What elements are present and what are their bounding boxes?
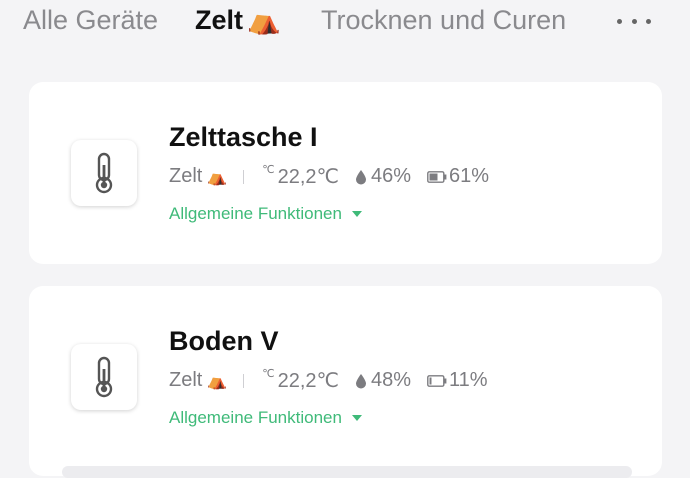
device-room: Zelt	[169, 165, 203, 187]
battery-stat: 61%	[427, 165, 489, 188]
functions-dropdown[interactable]: Allgemeine Funktionen	[169, 204, 362, 224]
device-room: Zelt	[169, 369, 203, 391]
battery-stat: 11%	[427, 369, 488, 392]
functions-dropdown[interactable]: Allgemeine Funktionen	[169, 408, 362, 428]
tab-trocknen-und-curen[interactable]: Trocknen und Curen	[321, 2, 566, 38]
temperature-icon: ℃	[262, 368, 275, 380]
temperature-stat: ℃ 22,2℃	[262, 164, 339, 189]
battery-icon	[427, 170, 447, 183]
more-dot	[617, 18, 622, 24]
battery-value: 11%	[449, 369, 488, 391]
more-dot	[631, 18, 637, 24]
tab-zelt[interactable]: Zelt ⛺	[195, 2, 281, 38]
device-card-boden-v[interactable]: Boden V Zelt ⛺ ℃ 22,2℃ 48% 11% Allgemein…	[29, 286, 662, 476]
more-dot	[646, 18, 651, 24]
tab-label: Zelt	[195, 5, 244, 35]
functions-label: Allgemeine Funktionen	[169, 408, 342, 427]
caret-down-icon	[351, 211, 362, 217]
humidity-stat: 46%	[355, 165, 411, 188]
tab-label: Alle Geräte	[23, 5, 159, 35]
humidity-stat: 48%	[355, 369, 411, 392]
temperature-icon: ℃	[262, 164, 275, 176]
tab-label: Trocknen und Curen	[321, 5, 567, 35]
device-name: Zelttasche I	[169, 122, 318, 152]
humidity-drop-icon	[356, 169, 367, 184]
tent-icon: ⛺	[247, 5, 281, 35]
divider	[243, 169, 245, 184]
battery-value: 61%	[449, 165, 490, 187]
room-tab-bar: Alle Geräte Zelt ⛺ Trocknen und Curen	[0, 0, 690, 48]
tab-alle-geraete[interactable]: Alle Geräte	[23, 2, 158, 38]
thermometer-icon	[71, 140, 137, 206]
humidity-value: 46%	[371, 165, 412, 187]
device-status-row: Zelt ⛺ ℃ 22,2℃ 46% 61%	[169, 164, 489, 189]
tent-icon: ⛺	[207, 168, 228, 186]
temperature-stat: ℃ 22,2℃	[262, 368, 339, 393]
thermometer-icon	[71, 344, 137, 410]
functions-label: Allgemeine Funktionen	[169, 204, 342, 223]
battery-icon	[427, 374, 447, 387]
temperature-value: 22,2℃	[277, 370, 340, 392]
device-status-row: Zelt ⛺ ℃ 22,2℃ 48% 11%	[169, 368, 488, 393]
divider	[243, 373, 245, 388]
next-device-card-edge	[62, 466, 632, 478]
more-options-icon[interactable]	[617, 6, 651, 36]
humidity-value: 48%	[371, 369, 412, 391]
temperature-value: 22,2℃	[277, 166, 340, 188]
caret-down-icon	[351, 415, 362, 421]
device-name: Boden V	[169, 326, 279, 356]
device-card-zelttasche-i[interactable]: Zelttasche I Zelt ⛺ ℃ 22,2℃ 46% 61% Allg…	[29, 82, 662, 264]
humidity-drop-icon	[356, 373, 367, 388]
tent-icon: ⛺	[207, 372, 228, 390]
